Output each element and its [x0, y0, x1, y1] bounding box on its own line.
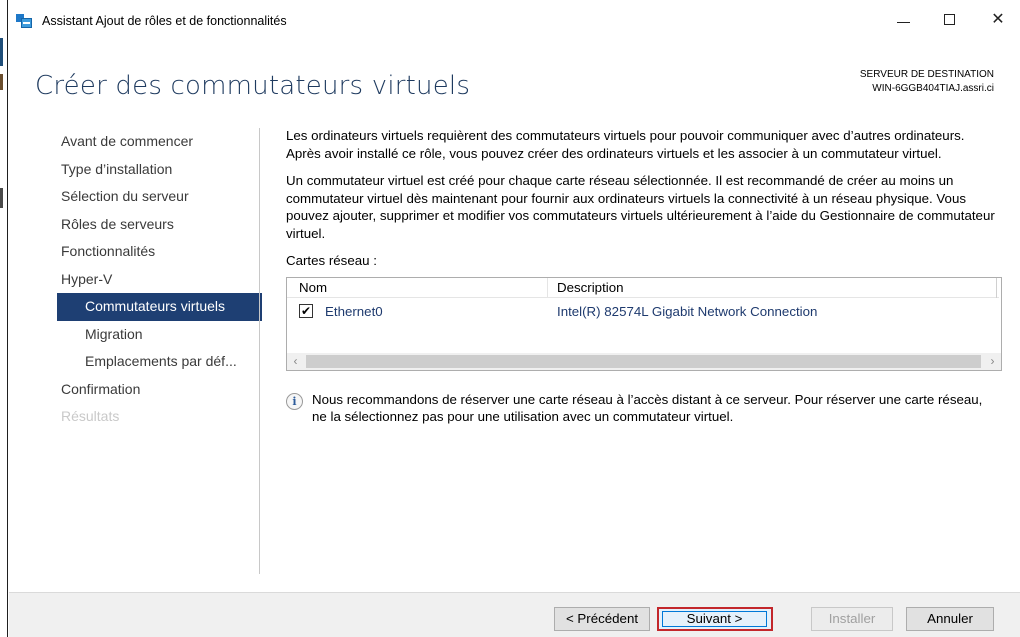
server-manager-icon	[16, 14, 32, 28]
minimize-icon	[897, 22, 910, 23]
install-button: Installer	[811, 607, 893, 631]
details-paragraph: Un commutateur virtuel est créé pour cha…	[286, 173, 995, 241]
background-mark	[0, 74, 3, 90]
nav-item-avant-de-commencer[interactable]: Avant de commencer	[57, 128, 262, 156]
nav-divider	[259, 128, 260, 574]
next-button[interactable]: Suivant >	[657, 607, 773, 631]
list-header: Nom Description	[287, 277, 999, 298]
column-separator[interactable]	[547, 277, 548, 298]
nav-item-fonctionnalites[interactable]: Fonctionnalités	[57, 238, 262, 266]
info-icon: i	[286, 392, 303, 410]
column-separator[interactable]	[996, 277, 997, 298]
destination-server-name: WIN-6GGB404TIAJ.assri.ci	[872, 83, 994, 94]
nav-item-commutateurs-virtuels[interactable]: Commutateurs virtuels	[57, 293, 262, 321]
network-adapters-list[interactable]: Nom Description ✔ Ethernet0 Intel(R) 825…	[286, 276, 1002, 371]
info-text: Nous recommandons de réserver une carte …	[312, 391, 983, 425]
adapter-description: Intel(R) 82574L Gigabit Network Connecti…	[557, 303, 818, 319]
nav-item-migration[interactable]: Migration	[57, 321, 262, 349]
destination-server: SERVEUR DE DESTINATION WIN-6GGB404TIAJ.a…	[860, 68, 994, 96]
wizard-nav: Avant de commencer Type d’installation S…	[57, 128, 262, 431]
main-content: Les ordinateurs virtuels requièrent des …	[286, 127, 1002, 426]
window-title: Assistant Ajout de rôles et de fonctionn…	[42, 14, 287, 28]
minimize-button[interactable]	[889, 8, 919, 32]
adapter-checkbox[interactable]: ✔	[299, 303, 313, 318]
background-window-edge	[0, 0, 8, 637]
nav-item-confirmation[interactable]: Confirmation	[57, 376, 262, 404]
scroll-right-icon[interactable]: ›	[984, 353, 1001, 370]
wizard-window: Assistant Ajout de rôles et de fonctionn…	[9, 0, 1020, 637]
destination-label: SERVEUR DE DESTINATION	[859, 69, 994, 80]
background-mark	[0, 38, 3, 66]
maximize-icon	[944, 14, 955, 25]
scrollbar-thumb[interactable]	[306, 354, 981, 368]
nav-item-emplacements[interactable]: Emplacements par déf...	[57, 348, 262, 376]
next-button-label: Suivant >	[662, 611, 767, 627]
previous-button[interactable]: < Précédent	[554, 607, 650, 631]
close-icon: ✕	[991, 11, 1005, 28]
nav-item-resultats: Résultats	[61, 408, 120, 424]
maximize-button[interactable]	[935, 8, 965, 32]
adapter-name: Ethernet0	[325, 303, 383, 319]
network-cards-label: Cartes réseau :	[286, 253, 377, 268]
nav-item-selection-serveur[interactable]: Sélection du serveur	[57, 183, 262, 211]
column-header-description[interactable]: Description	[557, 279, 624, 297]
cancel-button[interactable]: Annuler	[906, 607, 994, 631]
column-header-name[interactable]: Nom	[299, 279, 327, 297]
page-title: Créer des commutateurs virtuels	[35, 71, 471, 101]
nav-item-hyper-v[interactable]: Hyper-V	[57, 266, 262, 294]
info-note: i Nous recommandons de réserver une cart…	[286, 391, 998, 426]
close-button[interactable]: ✕	[983, 8, 1013, 32]
scroll-left-icon[interactable]: ‹	[287, 353, 304, 370]
list-item[interactable]: ✔ Ethernet0 Intel(R) 82574L Gigabit Netw…	[287, 300, 999, 322]
wizard-footer: < Précédent Suivant > Installer Annuler	[9, 592, 1020, 637]
horizontal-scrollbar[interactable]: ‹ ›	[287, 352, 1001, 370]
background-mark	[0, 188, 3, 208]
nav-item-roles-serveurs[interactable]: Rôles de serveurs	[57, 211, 262, 239]
title-bar[interactable]: Assistant Ajout de rôles et de fonctionn…	[9, 0, 1020, 40]
intro-paragraph: Les ordinateurs virtuels requièrent des …	[286, 128, 965, 161]
nav-item-type-installation[interactable]: Type d’installation	[57, 156, 262, 184]
